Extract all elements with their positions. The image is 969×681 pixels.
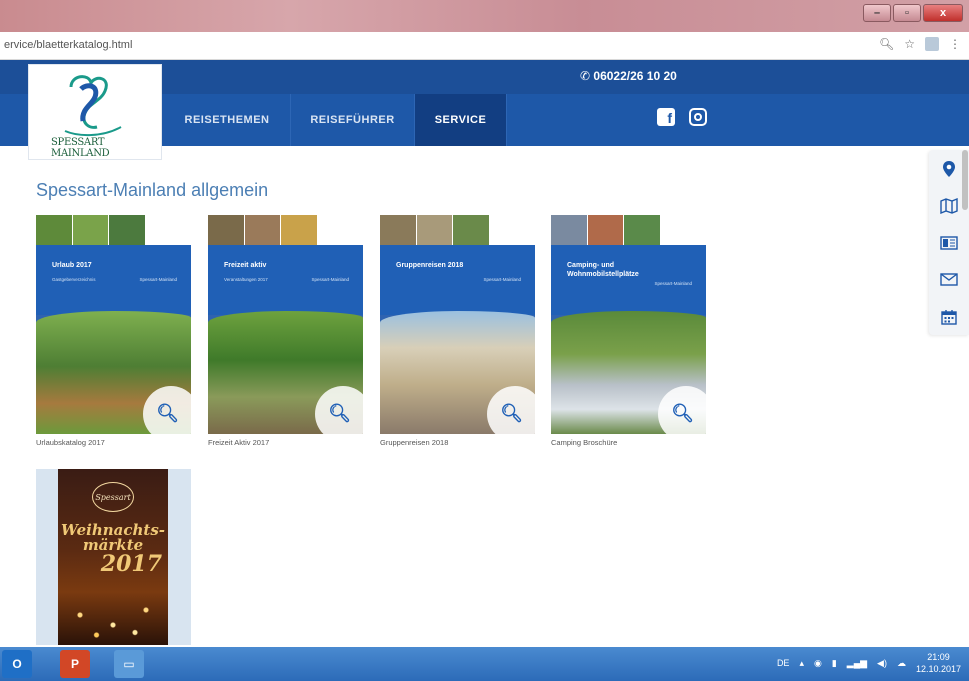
cover-title: Freizeit aktiv xyxy=(224,262,267,269)
cover-logo xyxy=(490,215,535,245)
cover-logo xyxy=(661,215,706,245)
cover-title: Gruppenreisen 2018 xyxy=(396,262,464,269)
cover-logo xyxy=(146,215,191,245)
window-titlebar: – ▫ x xyxy=(0,0,969,32)
nav-reisethemen[interactable]: REISETHEMEN xyxy=(164,94,291,146)
site-logo[interactable]: SPESSART MAINLAND xyxy=(28,64,162,160)
xmas-year: 2017 xyxy=(100,551,162,577)
clock-date: 12.10.2017 xyxy=(915,664,961,674)
cover-subtitle: Spessart-Mainland xyxy=(483,277,521,282)
cover-photo-strip xyxy=(208,215,319,245)
cover-photo-strip xyxy=(36,215,147,245)
outlook-icon[interactable]: O xyxy=(2,650,32,678)
nav-service[interactable]: SERVICE xyxy=(415,94,507,146)
tray-app-icon[interactable]: ◉ xyxy=(814,658,822,669)
cover-logo xyxy=(318,215,363,245)
clock-time: 21:09 xyxy=(927,652,950,662)
site-header: ✆ 06022/26 10 20 SPESSART MAINLAND REISE… xyxy=(0,60,969,160)
catalog-gruppenreisen-2018[interactable]: Gruppenreisen 2018 Spessart-Mainland 🔍︎ … xyxy=(380,215,535,447)
address-bar-icons: 🔍︎ ☆ ⋮ xyxy=(879,37,961,51)
phone-icon: ✆ xyxy=(580,69,594,83)
catalog-urlaub-2017[interactable]: Urlaub 2017 Gastgeberverzeichnis Spessart… xyxy=(36,215,191,447)
xmas-cover-image: Spessart Weihnachts-märkte 2017 xyxy=(58,469,168,645)
catalog-cover[interactable]: Camping- und Wohnmobilstellplätze Spessa… xyxy=(551,215,706,434)
cover-title: Camping- und Wohnmobilstellplätze xyxy=(567,262,639,278)
zoom-icon[interactable]: 🔍︎ xyxy=(879,37,894,51)
catalog-cover[interactable]: Urlaub 2017 Gastgeberverzeichnis Spessart… xyxy=(36,215,191,434)
catalog-weihnachtsmaerkte-2017[interactable]: Spessart Weihnachts-märkte 2017 xyxy=(36,469,191,645)
cover-subtitle: Gastgeberverzeichnis Spessart-Mainland xyxy=(52,277,177,282)
cover-photo-strip xyxy=(380,215,491,245)
facebook-icon[interactable]: f xyxy=(657,108,675,126)
menu-dots-icon[interactable]: ⋮ xyxy=(949,37,961,51)
url-text[interactable]: ervice/blaetterkatalog.html xyxy=(4,39,132,51)
section-heading: Spessart-Mainland allgemein xyxy=(36,180,269,200)
language-indicator[interactable]: DE xyxy=(777,658,790,668)
catalog-caption[interactable]: Freizeit Aktiv 2017 xyxy=(208,438,363,447)
minimize-button[interactable]: – xyxy=(863,4,891,22)
magnifier-icon[interactable]: 🔍︎ xyxy=(156,403,179,424)
cover-band xyxy=(551,245,706,315)
magnifier-icon[interactable]: 🔍︎ xyxy=(671,403,694,424)
powerpoint-icon[interactable]: P xyxy=(60,650,90,678)
nav-reisefuehrer[interactable]: REISEFÜHRER xyxy=(291,94,415,146)
system-clock[interactable]: 21:09 12.10.2017 xyxy=(916,651,961,675)
brochure-icon[interactable] xyxy=(929,224,969,261)
catalog-caption[interactable]: Urlaubskatalog 2017 xyxy=(36,438,191,447)
cover-subtitle: Spessart-Mainland xyxy=(654,281,692,286)
close-button[interactable]: x xyxy=(923,4,963,22)
mail-icon[interactable] xyxy=(929,261,969,298)
cover-subtitle: Veranstaltungen 2017 Spessart-Mainland xyxy=(224,277,349,282)
catalog-caption[interactable]: Gruppenreisen 2018 xyxy=(380,438,535,447)
logo-text: SPESSART MAINLAND xyxy=(51,137,110,159)
catalog-freizeit-aktiv-2017[interactable]: Freizeit aktiv Veranstaltungen 2017 Spess… xyxy=(208,215,363,447)
xmas-lights xyxy=(58,595,168,645)
xmas-badge: Spessart xyxy=(92,482,134,512)
catalog-cover[interactable]: Gruppenreisen 2018 Spessart-Mainland 🔍︎ xyxy=(380,215,535,434)
social-links: f xyxy=(657,108,707,126)
desktop-app-icon[interactable]: ▭ xyxy=(114,650,144,678)
volume-icon[interactable]: ◀) xyxy=(877,658,887,669)
magnifier-icon[interactable]: 🔍︎ xyxy=(500,403,523,424)
address-bar[interactable]: ervice/blaetterkatalog.html 🔍︎ ☆ ⋮ xyxy=(0,32,969,60)
battery-icon[interactable]: ▮ xyxy=(832,658,837,669)
system-tray: DE ▴ ◉ ▮ ▂▄▆ ◀) ☁ 21:09 12.10.2017 xyxy=(777,651,961,675)
logo-emblem-icon xyxy=(64,75,122,137)
action-center-icon[interactable]: ☁ xyxy=(897,658,906,669)
network-icon[interactable]: ▂▄▆ xyxy=(847,658,867,669)
calendar-icon[interactable] xyxy=(929,298,969,335)
magnifier-icon[interactable]: 🔍︎ xyxy=(328,403,351,424)
maximize-button[interactable]: ▫ xyxy=(893,4,921,22)
xmas-title: Weihnachts-märkte xyxy=(60,521,166,554)
instagram-icon[interactable] xyxy=(689,108,707,126)
catalog-cover[interactable]: Freizeit aktiv Veranstaltungen 2017 Spess… xyxy=(208,215,363,434)
catalog-camping-broschuere[interactable]: Camping- und Wohnmobilstellplätze Spessa… xyxy=(551,215,706,447)
extension-icon[interactable] xyxy=(925,37,939,51)
phone-text: 06022/26 10 20 xyxy=(593,69,677,83)
windows-taskbar: O P ▭ DE ▴ ◉ ▮ ▂▄▆ ◀) ☁ 21:09 12.10.2017 xyxy=(0,647,969,681)
phone-number[interactable]: ✆ 06022/26 10 20 xyxy=(580,69,677,83)
scrollbar-thumb[interactable] xyxy=(962,150,968,210)
window-controls: – ▫ x xyxy=(863,4,963,22)
catalog-caption[interactable]: Camping Broschüre xyxy=(551,438,706,447)
cover-title: Urlaub 2017 xyxy=(52,262,92,269)
bookmark-star-icon[interactable]: ☆ xyxy=(904,37,915,51)
cover-photo-strip xyxy=(551,215,662,245)
show-hidden-icons-icon[interactable]: ▴ xyxy=(799,658,804,669)
